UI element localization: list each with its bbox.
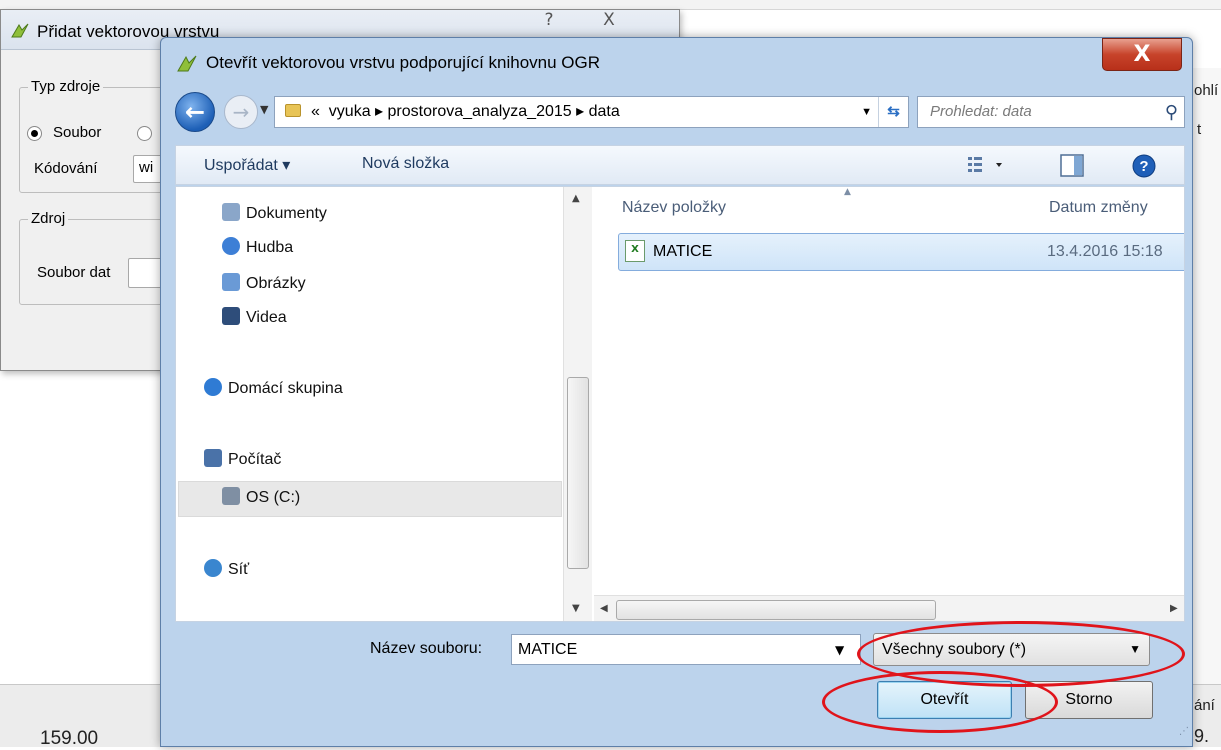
view-options-icon[interactable]	[966, 154, 1006, 176]
scroll-up-icon[interactable]: ▲	[572, 193, 580, 204]
search-placeholder: Prohledat: data	[930, 103, 1032, 120]
column-header-name[interactable]: Název položky	[622, 199, 726, 217]
background-label-fragment: ání	[1194, 697, 1215, 714]
computer-icon	[204, 449, 222, 467]
column-header-date[interactable]: Datum změny	[1049, 199, 1148, 217]
dialog-body: Dokumenty Hudba Obrázky Videa Domácí sku…	[175, 186, 1185, 622]
filename-label: Název souboru:	[370, 640, 483, 657]
videos-icon	[222, 307, 240, 325]
breadcrumb-separator: ▸	[576, 103, 585, 120]
qgis-icon	[177, 55, 197, 72]
svg-text:?: ?	[1139, 158, 1148, 175]
radio-file-label: Soubor	[53, 124, 102, 141]
filename-input[interactable]: MATICE	[511, 634, 861, 665]
navigation-scrollbar[interactable]: ▲ ▼	[563, 187, 592, 621]
scroll-down-icon[interactable]: ▼	[572, 603, 580, 614]
background-label-fragment: ohlí	[1194, 82, 1219, 99]
homegroup-icon	[204, 378, 222, 396]
background-label-fragment: 9.	[1194, 726, 1210, 746]
nav-item-label: OS (C:)	[246, 489, 301, 506]
address-dropdown-icon[interactable]: ▼	[861, 97, 872, 127]
scroll-right-icon[interactable]: ▶	[1170, 603, 1178, 614]
drive-icon	[222, 487, 240, 505]
search-input[interactable]: Prohledat: data ⚲	[917, 96, 1185, 128]
nav-item-homegroup[interactable]: Domácí skupina	[204, 378, 343, 398]
horizontal-scrollbar-thumb[interactable]	[616, 600, 936, 620]
source-type-legend: Typ zdroje	[28, 78, 104, 95]
open-button[interactable]: Otevřít	[877, 681, 1012, 719]
scrollbar-thumb[interactable]	[567, 377, 589, 569]
nav-item-drive-c[interactable]: OS (C:)	[222, 487, 300, 507]
navigation-row: ← → ▼ « vyuka ▸ prostorova_analyza_2015 …	[161, 88, 1192, 138]
chevron-down-icon: ▼	[1129, 642, 1141, 656]
help-button[interactable]: ?	[521, 10, 577, 32]
resize-grip-icon[interactable]: ⋰	[1179, 726, 1189, 737]
documents-icon	[222, 203, 240, 221]
breadcrumb-vyuka[interactable]: vyuka	[329, 103, 371, 120]
folder-icon	[285, 104, 301, 117]
nav-item-label: Dokumenty	[246, 205, 327, 222]
horizontal-scrollbar[interactable]: ◀ ▶	[594, 595, 1184, 621]
pictures-icon	[222, 273, 240, 291]
organize-button[interactable]: Uspořádat ▾	[204, 155, 290, 175]
nav-item-videos[interactable]: Videa	[222, 307, 287, 327]
file-row-matice[interactable]: X MATICE 13.4.2016 15:18	[618, 233, 1184, 271]
filename-dropdown-icon[interactable]: ▼	[835, 643, 844, 657]
cancel-button[interactable]: Storno	[1025, 681, 1153, 719]
command-toolbar: Uspořádat ▾ Nová složka ?	[175, 145, 1185, 185]
nav-item-label: Hudba	[246, 239, 294, 256]
background-label-fragment: t	[1197, 121, 1202, 138]
preview-pane-icon[interactable]	[1060, 154, 1086, 178]
file-date: 13.4.2016 15:18	[1047, 243, 1163, 260]
radio-other[interactable]	[137, 126, 152, 141]
source-legend: Zdroj	[28, 210, 69, 227]
ogr-dialog-title: Otevřít vektorovou vrstvu podporující kn…	[206, 53, 601, 72]
music-icon	[222, 237, 240, 255]
excel-file-icon: X	[625, 240, 645, 262]
nav-item-label: Domácí skupina	[228, 380, 343, 397]
nav-item-label: Obrázky	[246, 275, 306, 292]
address-prefix: «	[311, 103, 320, 120]
ogr-dialog-close-button[interactable]: X	[1102, 38, 1182, 71]
refresh-icon[interactable]: ⇆	[878, 97, 908, 127]
file-list-pane: Název položky ▲ Datum změny X MATICE 13.…	[594, 187, 1184, 621]
add-dialog-close-button[interactable]: X	[581, 10, 637, 32]
ogr-open-dialog: Otevřít vektorovou vrstvu podporující kn…	[160, 37, 1193, 747]
nav-item-documents[interactable]: Dokumenty	[222, 203, 327, 223]
nav-item-label: Videa	[246, 309, 287, 326]
file-type-filter-value: Všechny soubory (*)	[882, 641, 1027, 658]
nav-item-network[interactable]: Síť	[204, 559, 249, 579]
nav-item-pictures[interactable]: Obrázky	[222, 273, 306, 293]
nav-item-music[interactable]: Hudba	[222, 237, 293, 257]
encoding-label: Kódování	[34, 160, 98, 177]
dataset-label: Soubor dat	[37, 264, 111, 281]
breadcrumb-separator: ▸	[375, 103, 384, 120]
scroll-left-icon[interactable]: ◀	[600, 603, 608, 614]
search-icon[interactable]: ⚲	[1165, 97, 1178, 127]
help-icon[interactable]: ?	[1132, 154, 1158, 180]
nav-item-label: Počítač	[228, 451, 282, 468]
radio-file[interactable]	[27, 126, 42, 141]
breadcrumb-data[interactable]: data	[589, 103, 620, 120]
breadcrumb-prostorova-analyza[interactable]: prostorova_analyza_2015	[388, 103, 572, 120]
back-button[interactable]: ←	[175, 92, 215, 132]
navigation-pane: Dokumenty Hudba Obrázky Videa Domácí sku…	[176, 187, 593, 621]
address-bar[interactable]: « vyuka ▸ prostorova_analyza_2015 ▸ data…	[274, 96, 909, 128]
ogr-dialog-titlebar: Otevřít vektorovou vrstvu podporující kn…	[161, 38, 1192, 88]
recent-locations-dropdown-icon[interactable]: ▼	[260, 103, 268, 116]
file-name: MATICE	[653, 243, 713, 260]
file-type-filter-select[interactable]: Všechny soubory (*) ▼	[873, 633, 1150, 666]
nav-item-computer[interactable]: Počítač	[204, 449, 281, 469]
sort-ascending-icon: ▲	[844, 187, 851, 197]
qgis-icon	[11, 23, 29, 38]
nav-item-label: Síť	[228, 561, 250, 578]
new-folder-button[interactable]: Nová složka	[362, 155, 449, 173]
network-icon	[204, 559, 222, 577]
forward-button[interactable]: →	[224, 95, 258, 129]
